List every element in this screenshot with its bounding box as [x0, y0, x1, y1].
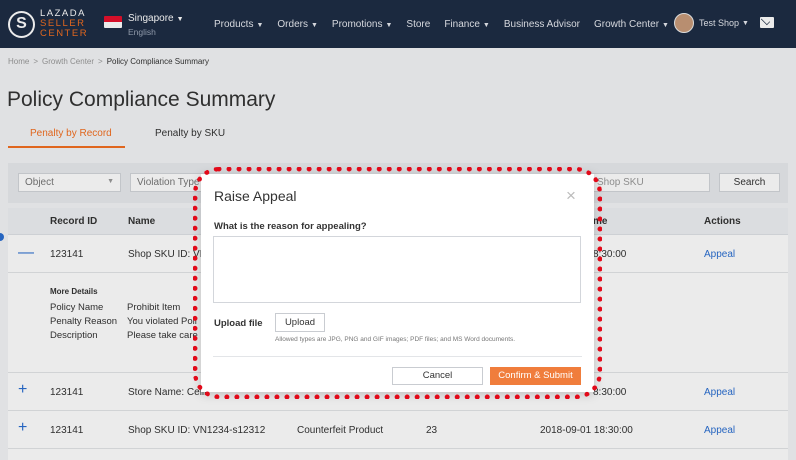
cancel-button[interactable]: Cancel	[392, 367, 483, 385]
appeal-reason-textarea[interactable]	[213, 236, 581, 303]
raise-appeal-modal: Raise Appeal × What is the reason for ap…	[201, 174, 594, 392]
confirm-submit-button[interactable]: Confirm & Submit	[490, 367, 581, 385]
modal-divider	[213, 356, 582, 357]
modal-title: Raise Appeal	[214, 188, 297, 204]
upload-file-label: Upload file	[214, 318, 263, 329]
appeal-reason-label: What is the reason for appealing?	[214, 221, 367, 232]
allowed-types-hint: Allowed types are JPG, PNG and GIF image…	[275, 336, 516, 343]
close-icon[interactable]: ×	[566, 186, 576, 206]
upload-button[interactable]: Upload	[275, 313, 325, 332]
